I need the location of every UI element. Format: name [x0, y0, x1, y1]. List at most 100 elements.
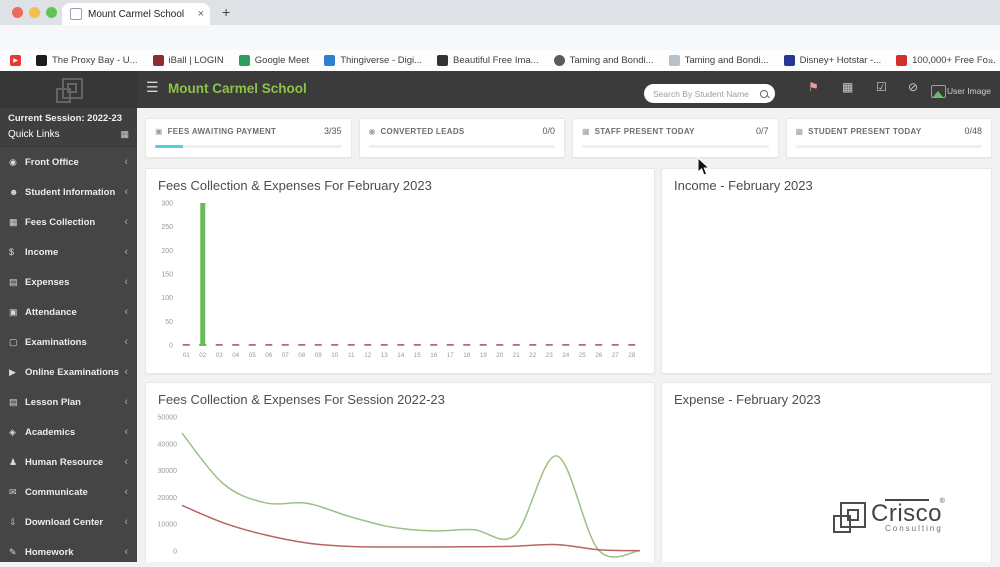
crisco-subtitle: Consulting — [885, 523, 943, 533]
hotstar-icon — [783, 55, 795, 66]
bookmark-item[interactable]: Google Meet — [238, 55, 309, 66]
bookmark-item[interactable]: ▶ — [10, 55, 21, 66]
tab-close-icon[interactable]: × — [198, 8, 204, 20]
bookmark-item[interactable]: Disney+ Hotstar -... — [783, 55, 882, 66]
svg-text:01: 01 — [183, 352, 191, 359]
new-tab-button[interactable]: + — [222, 4, 230, 20]
sidebar-item-front-office[interactable]: ◉ Front Office ‹ — [0, 147, 137, 177]
sidebar-toggle-icon[interactable]: ☰ — [146, 79, 159, 96]
stat-card-title: FEES AWAITING PAYMENT — [167, 126, 277, 136]
svg-text:02: 02 — [199, 352, 207, 359]
bookmark-item[interactable]: Taming and Bondi... — [668, 55, 769, 66]
sidebar-session-block: Current Session: 2022-23 Quick Links ▦ — [0, 108, 137, 147]
search-icon[interactable] — [760, 89, 768, 98]
crisco-logo-icon — [831, 500, 867, 534]
sidebar-item-academics[interactable]: ◈ Academics ‹ — [0, 417, 137, 447]
svg-text:30000: 30000 — [158, 468, 178, 475]
meet-icon — [238, 55, 250, 66]
flag-icon[interactable]: ⚑ — [808, 80, 819, 94]
sidebar-item-expenses[interactable]: ▤ Expenses ‹ — [0, 267, 137, 297]
quick-links-label[interactable]: Quick Links — [8, 129, 120, 140]
registered-mark: ® — [939, 497, 945, 505]
page-icon — [668, 55, 680, 66]
chevron-left-icon: ‹ — [124, 486, 128, 498]
proxybay-icon — [36, 55, 47, 66]
sidebar-item-label: Examinations — [25, 336, 87, 348]
progress-track — [368, 145, 555, 148]
stat-card-icon: ▦ — [582, 126, 590, 136]
panel-title: Fees Collection & Expenses For February … — [158, 178, 432, 193]
sidebar-item-online-examinations[interactable]: ▶ Online Examinations ‹ — [0, 357, 137, 387]
svg-text:10: 10 — [331, 352, 339, 359]
minimize-window-button[interactable] — [29, 7, 40, 18]
unsplash-icon — [437, 55, 449, 66]
bookmark-item[interactable]: Beautiful Free Ima... — [437, 55, 539, 66]
svg-text:150: 150 — [161, 272, 173, 279]
sidebar-item-communicate[interactable]: ✉ Communicate ‹ — [0, 477, 137, 507]
income-feb-panel: Income - February 2023 — [661, 168, 992, 374]
chevron-left-icon: ‹ — [124, 456, 128, 468]
sidebar-item-fees-collection[interactable]: ▦ Fees Collection ‹ — [0, 207, 137, 237]
panel-title: Expense - February 2023 — [674, 392, 821, 407]
sidebar-item-lesson-plan[interactable]: ▤ Lesson Plan ‹ — [0, 387, 137, 417]
sidebar-item-examinations[interactable]: ▢ Examinations ‹ — [0, 327, 137, 357]
user-image-alt-text[interactable]: User Image — [947, 86, 991, 96]
close-window-button[interactable] — [12, 7, 23, 18]
expense-feb-panel: Expense - February 2023 ® Crisco Consult… — [661, 382, 992, 562]
stat-card-staff-present-today[interactable]: ▦ STAFF PRESENT TODAY 0/7 — [572, 118, 779, 158]
whatsapp-icon[interactable]: ⊘ — [908, 80, 918, 94]
search-input[interactable] — [651, 87, 760, 100]
chevron-left-icon: ‹ — [124, 366, 128, 378]
svg-text:24: 24 — [562, 352, 570, 359]
bookmark-item[interactable]: iBall | LOGIN — [152, 55, 224, 66]
sidebar-item-label: Lesson Plan — [25, 396, 81, 408]
main-content: ▣ FEES AWAITING PAYMENT 3/35 ◉ CONVERTED LEA… — [137, 108, 1000, 562]
svg-text:18: 18 — [463, 352, 471, 359]
bookmark-item[interactable]: Taming and Bondi... — [553, 55, 654, 66]
crisco-name: Crisco — [871, 499, 943, 527]
svg-text:03: 03 — [216, 352, 224, 359]
panel-title: Income - February 2023 — [674, 178, 813, 193]
sidebar-item-attendance[interactable]: ▣ Attendance ‹ — [0, 297, 137, 327]
svg-text:15: 15 — [414, 352, 422, 359]
sidebar-item-download-center[interactable]: ⇩ Download Center ‹ — [0, 507, 137, 537]
bookmark-item[interactable]: Thingiverse - Digi... — [324, 55, 422, 66]
svg-text:05: 05 — [249, 352, 257, 359]
zoom-window-button[interactable] — [46, 7, 57, 18]
quick-links[interactable]: Quick Links ▦ — [8, 129, 129, 140]
sidebar-item-human-resource[interactable]: ♟ Human Resource ‹ — [0, 447, 137, 477]
bookmark-item[interactable]: The Proxy Bay - U... — [36, 55, 138, 66]
svg-text:06: 06 — [265, 352, 273, 359]
sidebar-item-label: Attendance — [25, 306, 77, 318]
broken-user-image-icon[interactable] — [931, 85, 946, 98]
grid-icon[interactable]: ▦ — [120, 129, 129, 140]
bookmark-item[interactable]: 100,000+ Free Fo... — [896, 55, 996, 66]
sidebar-item-income[interactable]: $ Income ‹ — [0, 237, 137, 267]
stat-card-student-present-today[interactable]: ▦ STUDENT PRESENT TODAY 0/48 — [785, 118, 992, 158]
tasks-icon[interactable]: ☑ — [876, 80, 887, 94]
svg-text:26: 26 — [595, 352, 603, 359]
sidebar-item-student-information[interactable]: ☻ Student Information ‹ — [0, 177, 137, 207]
human-resource-icon: ♟ — [9, 456, 18, 467]
panel-title: Fees Collection & Expenses For Session 2… — [158, 392, 445, 407]
sidebar-item-label: Income — [25, 246, 59, 258]
bookmark-label: Disney+ Hotstar -... — [799, 55, 882, 66]
academics-icon: ◈ — [9, 426, 16, 437]
bookmarks-overflow-icon[interactable]: » — [988, 55, 993, 65]
expenses-icon: ▤ — [9, 276, 18, 287]
stat-card-converted-leads[interactable]: ◉ CONVERTED LEADS 0/0 — [358, 118, 565, 158]
svg-text:11: 11 — [348, 352, 355, 359]
app-logo[interactable] — [0, 71, 137, 108]
browser-tab[interactable]: Mount Carmel School × — [62, 3, 210, 25]
sidebar-item-homework[interactable]: ✎ Homework ‹ — [0, 537, 137, 567]
stat-card-fees-awaiting-payment[interactable]: ▣ FEES AWAITING PAYMENT 3/35 — [145, 118, 352, 158]
tab-title: Mount Carmel School — [88, 8, 185, 20]
svg-text:250: 250 — [161, 224, 173, 231]
svg-text:19: 19 — [480, 352, 488, 359]
svg-text:0: 0 — [173, 549, 177, 556]
sidebar: Current Session: 2022-23 Quick Links ▦ ◉… — [0, 108, 137, 562]
calendar-icon[interactable]: ▦ — [842, 80, 853, 94]
bookmark-label: 100,000+ Free Fo... — [912, 55, 996, 66]
chevron-left-icon: ‹ — [124, 306, 128, 318]
student-search[interactable] — [644, 84, 775, 103]
